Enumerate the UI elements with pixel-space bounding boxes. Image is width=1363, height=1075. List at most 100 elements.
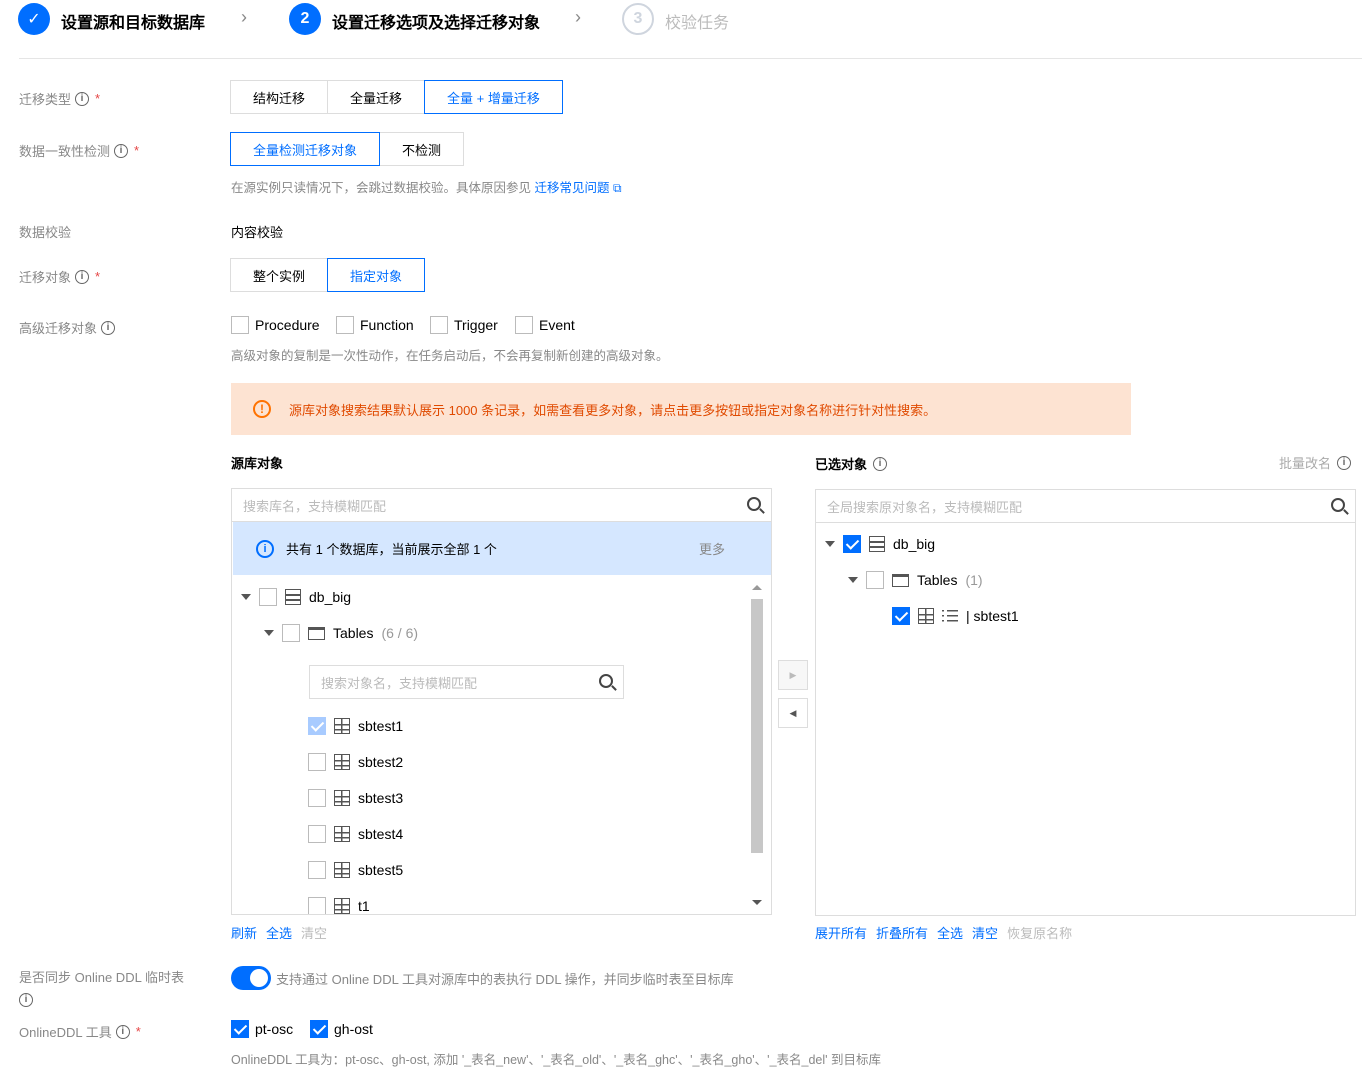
- option-specified-objects[interactable]: 指定对象: [327, 258, 426, 292]
- info-icon[interactable]: i: [101, 320, 116, 335]
- clear-link[interactable]: 清空: [972, 923, 998, 942]
- table-icon: [334, 826, 350, 842]
- info-icon[interactable]: i: [1337, 455, 1352, 470]
- info-icon[interactable]: i: [75, 91, 90, 106]
- select-all-link[interactable]: 全选: [937, 923, 963, 942]
- checkbox[interactable]: [310, 1020, 328, 1038]
- checkbox-function[interactable]: Function: [336, 316, 414, 334]
- faq-link[interactable]: 迁移常见问题: [535, 181, 610, 195]
- warning-text: 源库对象搜索结果默认展示 1000 条记录，如需查看更多对象，请点击更多按钮或指…: [289, 402, 937, 418]
- table-row[interactable]: sbtest4: [308, 825, 403, 843]
- checkbox[interactable]: [336, 316, 354, 334]
- checkbox[interactable]: [308, 717, 326, 735]
- info-icon[interactable]: i: [19, 993, 33, 1007]
- checkbox-gh-ost[interactable]: gh-ost: [310, 1020, 373, 1038]
- checkbox[interactable]: [308, 825, 326, 843]
- checkbox[interactable]: [866, 571, 884, 589]
- option-full-check[interactable]: 全量检测迁移对象: [230, 132, 381, 166]
- selected-search-input[interactable]: 全局搜索原对象名，支持模糊匹配: [816, 490, 1355, 523]
- scroll-up-icon[interactable]: [752, 585, 762, 590]
- table-row[interactable]: sbtest3: [308, 789, 403, 807]
- scrollbar[interactable]: [749, 585, 765, 905]
- folder-icon: [892, 573, 909, 587]
- checkbox-procedure[interactable]: Procedure: [231, 316, 320, 334]
- refresh-link[interactable]: 刷新: [231, 923, 257, 942]
- selected-db-row[interactable]: db_big: [825, 535, 935, 553]
- info-icon[interactable]: i: [75, 269, 90, 284]
- table-icon: [334, 862, 350, 878]
- online-ddl-toggle[interactable]: [231, 966, 271, 990]
- clear-link[interactable]: 清空: [301, 923, 327, 942]
- caret-down-icon[interactable]: [848, 577, 858, 583]
- checkbox[interactable]: [515, 316, 533, 334]
- batch-rename[interactable]: 批量改名 i: [1279, 453, 1352, 472]
- step-2-label[interactable]: 设置迁移选项及选择迁移对象: [332, 9, 540, 33]
- selected-panel: 全局搜索原对象名，支持模糊匹配 db_big Tables (1) | sbte…: [815, 489, 1356, 916]
- checkbox-label: Procedure: [255, 317, 320, 333]
- move-left-button[interactable]: ◀: [778, 698, 808, 728]
- step-1-label[interactable]: 设置源和目标数据库: [61, 9, 205, 33]
- restore-name-link[interactable]: 恢复原名称: [1007, 923, 1072, 942]
- checkbox-trigger[interactable]: Trigger: [430, 316, 498, 334]
- checkbox-event[interactable]: Event: [515, 316, 575, 334]
- checkbox-pt-osc[interactable]: pt-osc: [231, 1020, 293, 1038]
- table-search-input[interactable]: 搜索对象名，支持模糊匹配: [309, 665, 624, 699]
- table-row[interactable]: sbtest1: [308, 717, 403, 735]
- info-icon[interactable]: i: [115, 1024, 130, 1039]
- source-footer-actions: 刷新 全选 清空: [231, 923, 327, 942]
- checkbox[interactable]: [231, 316, 249, 334]
- checkbox[interactable]: [259, 588, 277, 606]
- table-name: sbtest3: [358, 790, 404, 806]
- list-icon[interactable]: [942, 609, 958, 623]
- search-placeholder: 全局搜索原对象名，支持模糊匹配: [827, 499, 1023, 515]
- checkbox[interactable]: [892, 607, 910, 625]
- caret-down-icon[interactable]: [264, 630, 274, 636]
- source-db-row[interactable]: db_big: [241, 588, 351, 606]
- table-row[interactable]: sbtest2: [308, 753, 403, 771]
- option-whole-instance[interactable]: 整个实例: [230, 258, 329, 292]
- option-full-incremental-migration[interactable]: 全量 + 增量迁移: [424, 80, 563, 114]
- database-icon: [285, 589, 301, 605]
- info-icon[interactable]: i: [114, 143, 129, 158]
- scrollbar-thumb[interactable]: [751, 599, 763, 853]
- table-name: sbtest5: [358, 862, 404, 878]
- option-structure-migration[interactable]: 结构迁移: [230, 80, 329, 114]
- external-link-icon[interactable]: ⧉: [613, 181, 622, 195]
- migration-type-label: 迁移类型 i *: [19, 91, 101, 107]
- option-full-migration[interactable]: 全量迁移: [327, 80, 426, 114]
- table-icon: [334, 718, 350, 734]
- checkbox[interactable]: [282, 624, 300, 642]
- checkbox[interactable]: [843, 535, 861, 553]
- checkbox[interactable]: [308, 861, 326, 879]
- search-icon[interactable]: [747, 497, 761, 511]
- caret-down-icon[interactable]: [825, 541, 835, 547]
- selected-table-row[interactable]: | sbtest1: [892, 607, 1019, 625]
- more-button[interactable]: 更多: [699, 539, 725, 558]
- source-tables-row[interactable]: Tables (6 / 6): [264, 624, 418, 642]
- selected-footer-actions: 展开所有 折叠所有 全选 清空 恢复原名称: [815, 923, 1072, 942]
- collapse-all-link[interactable]: 折叠所有: [876, 923, 928, 942]
- table-icon: [334, 790, 350, 806]
- checkbox[interactable]: [430, 316, 448, 334]
- search-icon[interactable]: [599, 674, 613, 688]
- source-db-search-input[interactable]: 搜索库名，支持模糊匹配: [232, 489, 771, 522]
- table-row[interactable]: sbtest5: [308, 861, 403, 879]
- move-right-button[interactable]: ▶: [778, 660, 808, 690]
- online-ddl-hint: OnlineDDL 工具为：pt-osc、gh-ost, 添加 '_表名_new…: [231, 1053, 882, 1067]
- table-icon: [918, 608, 934, 624]
- expand-all-link[interactable]: 展开所有: [815, 923, 867, 942]
- option-no-check[interactable]: 不检测: [379, 132, 465, 166]
- database-icon: [869, 536, 885, 552]
- checkbox[interactable]: [308, 789, 326, 807]
- table-row[interactable]: t1: [308, 897, 370, 914]
- select-all-link[interactable]: 全选: [266, 923, 292, 942]
- checkbox[interactable]: [308, 897, 326, 914]
- scroll-down-icon[interactable]: [752, 900, 762, 905]
- selected-tables-row[interactable]: Tables (1): [848, 571, 983, 589]
- search-icon[interactable]: [1331, 498, 1345, 512]
- caret-down-icon[interactable]: [241, 594, 251, 600]
- checkbox[interactable]: [231, 1020, 249, 1038]
- checkbox[interactable]: [308, 753, 326, 771]
- info-icon[interactable]: i: [873, 456, 888, 471]
- db-name: db_big: [309, 589, 352, 605]
